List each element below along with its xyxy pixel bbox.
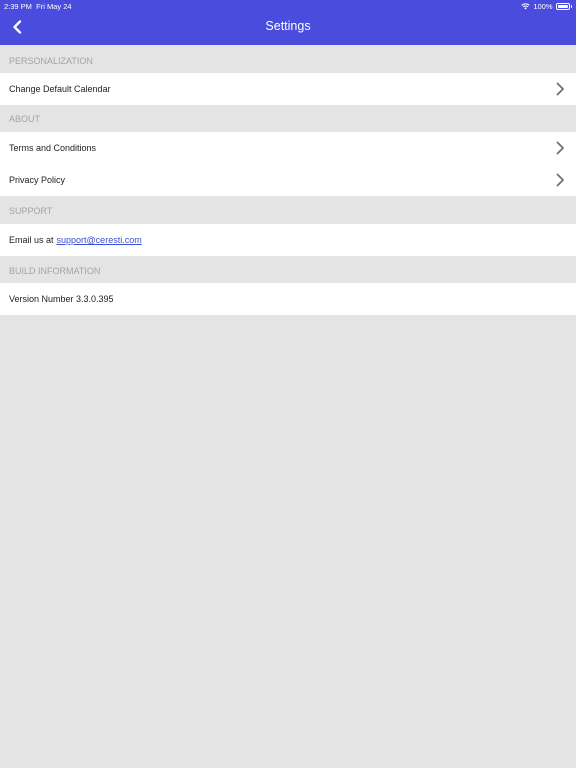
navigation-bar: 2:39 PM Fri May 24 100% Settings [0, 0, 576, 45]
row-label: Privacy Policy [9, 175, 66, 185]
status-time: 2:39 PM [4, 2, 32, 11]
section-header-support: SUPPORT [0, 197, 576, 225]
version-number: Version Number 3.3.0.395 [9, 294, 114, 304]
row-label: Change Default Calendar [9, 84, 111, 94]
support-email-link[interactable]: support@ceresti.com [57, 235, 142, 245]
page-title: Settings [265, 19, 311, 33]
chevron-right-icon [556, 82, 564, 96]
section-header-build-information: BUILD INFORMATION [0, 257, 576, 285]
privacy-policy-row[interactable]: Privacy Policy [0, 164, 576, 196]
battery-percentage: 100% [533, 1, 553, 11]
change-default-calendar-row[interactable]: Change Default Calendar [0, 73, 576, 105]
version-number-row: Version Number 3.3.0.395 [0, 283, 576, 315]
status-time-date: 2:39 PM Fri May 24 [4, 2, 72, 11]
chevron-right-icon [556, 173, 564, 187]
status-bar: 2:39 PM Fri May 24 100% [0, 0, 576, 12]
status-indicators: 100% [521, 1, 572, 11]
section-header-personalization: PERSONALIZATION [0, 47, 576, 75]
status-date: Fri May 24 [36, 2, 72, 11]
support-email-row: Email us at support@ceresti.com [0, 224, 576, 256]
wifi-icon [521, 2, 530, 9]
battery-icon [555, 2, 570, 10]
terms-and-conditions-row[interactable]: Terms and Conditions [0, 132, 576, 164]
section-header-about: ABOUT [0, 105, 576, 133]
row-label: Terms and Conditions [9, 143, 97, 153]
email-prefix-text: Email us at [9, 235, 54, 245]
chevron-right-icon [556, 141, 564, 155]
